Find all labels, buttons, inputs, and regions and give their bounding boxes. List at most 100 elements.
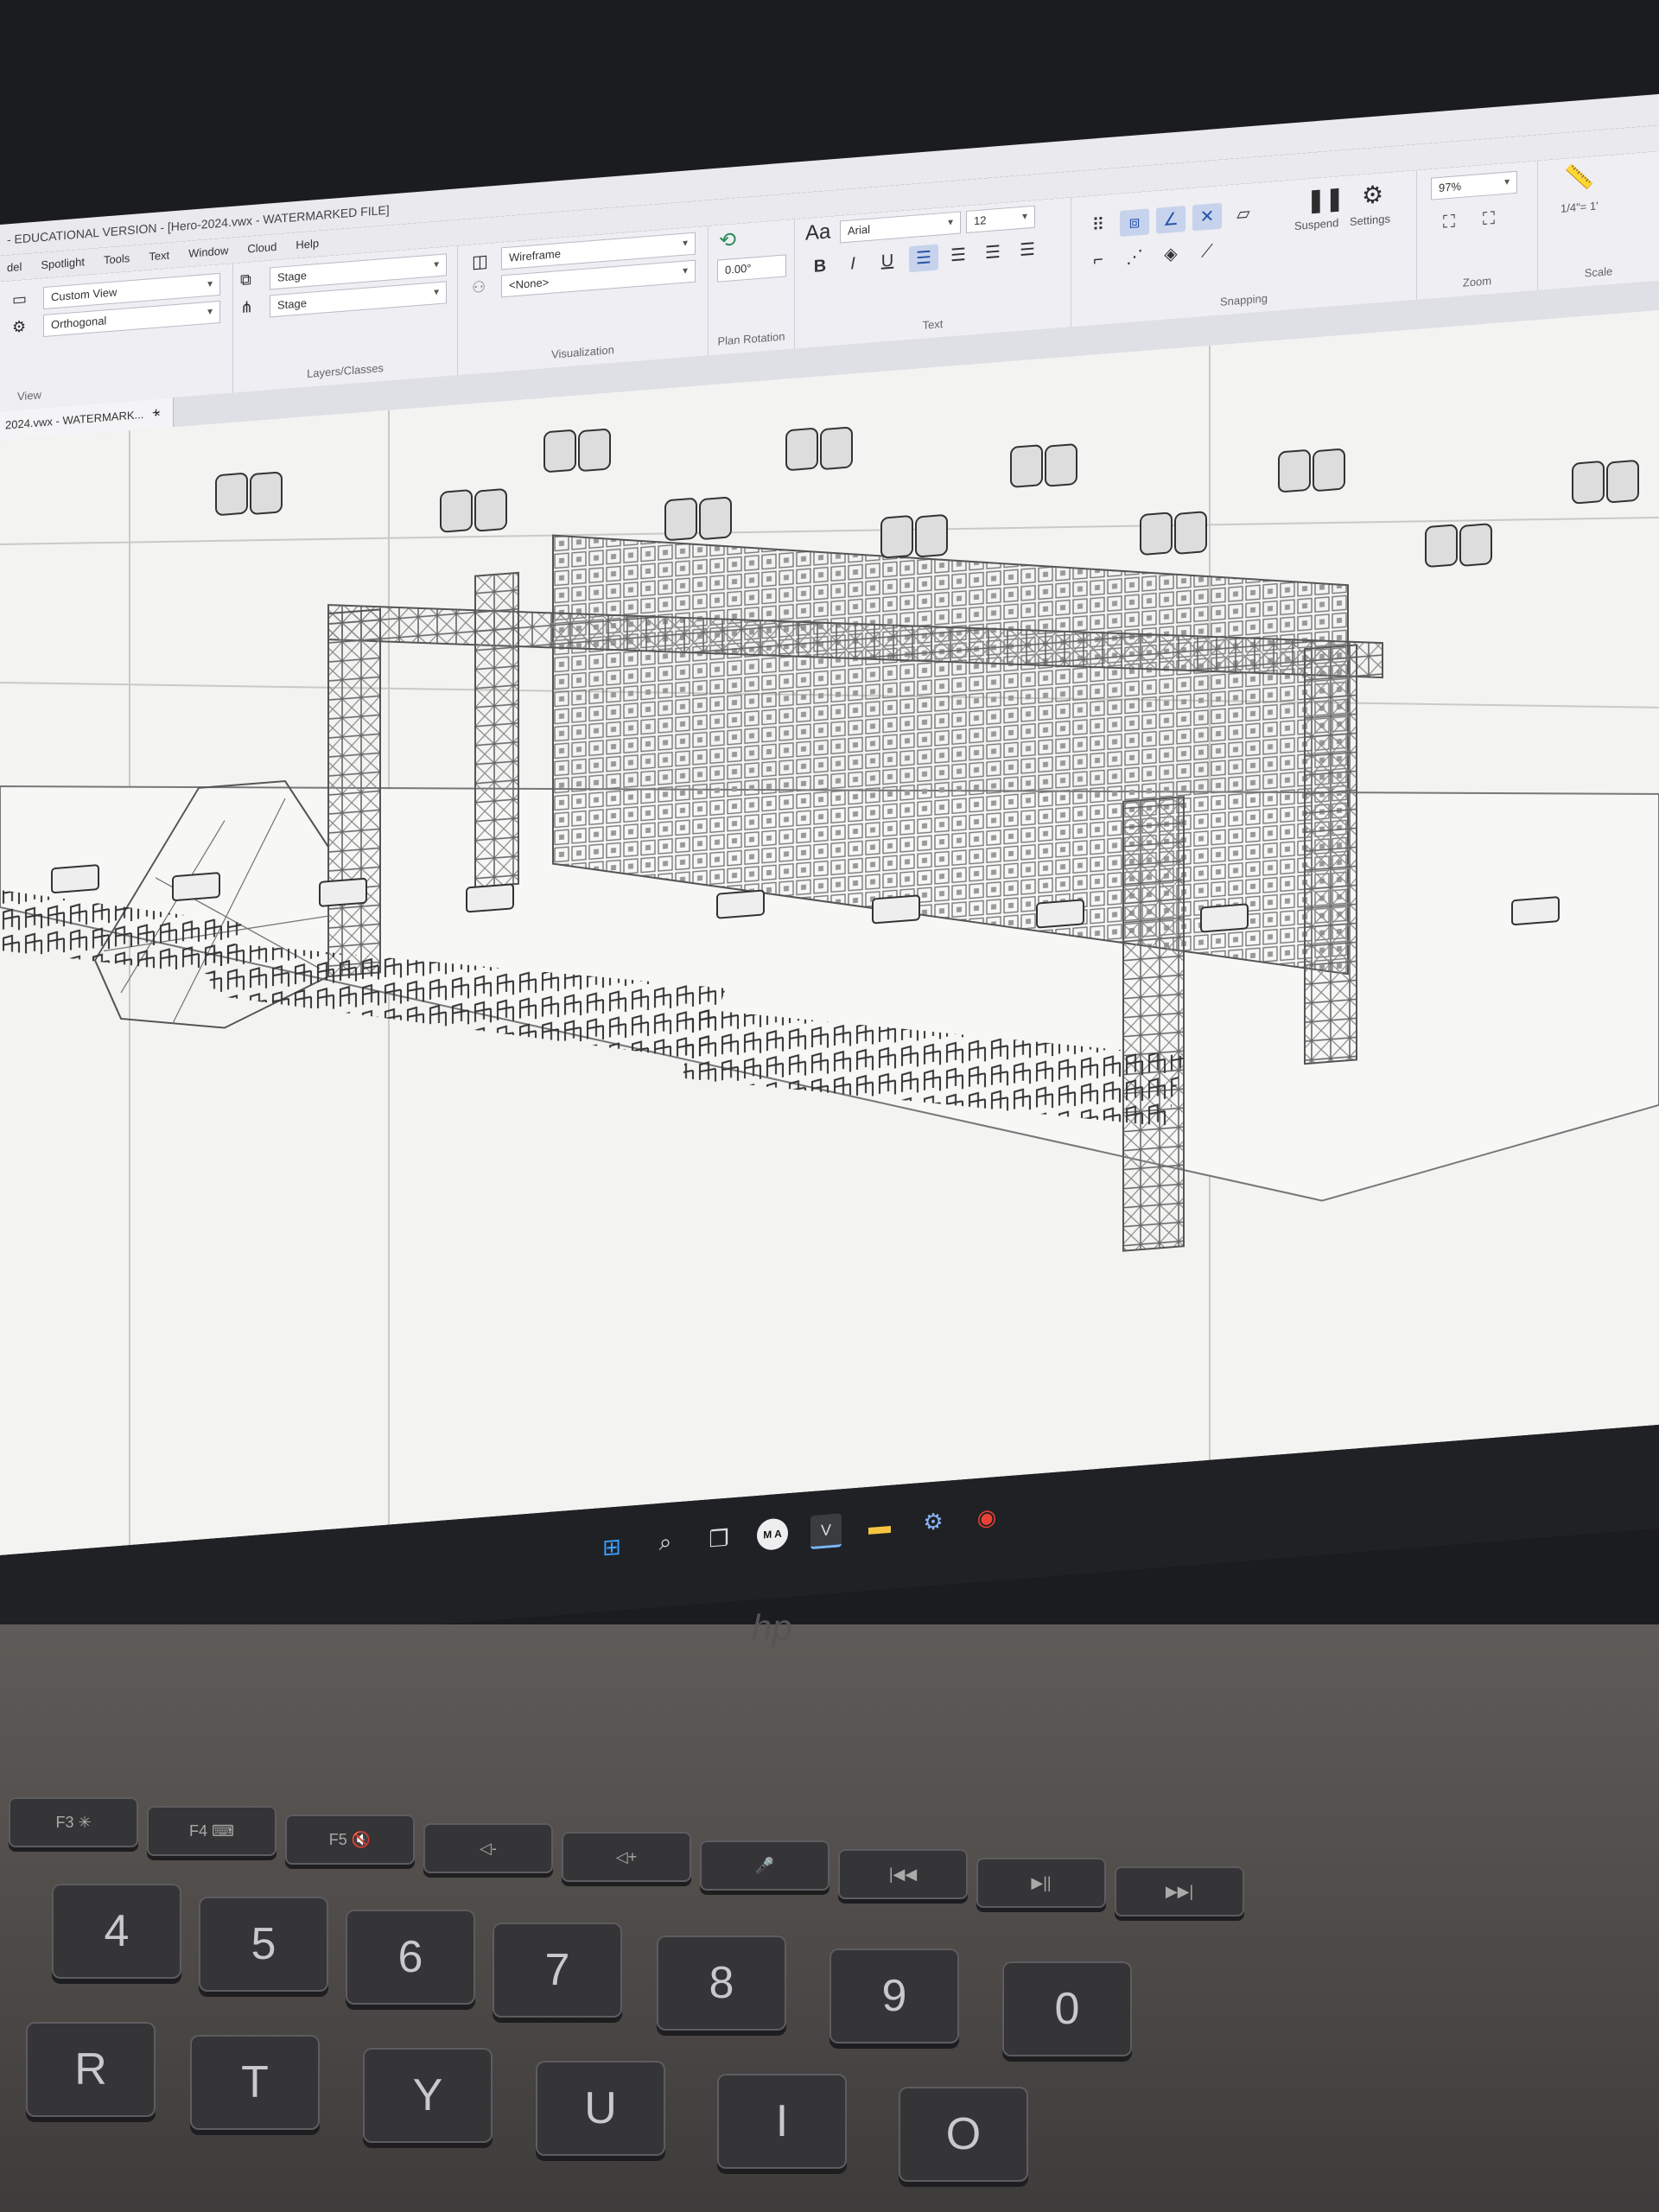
chevron-down-icon: ▼ [432, 287, 441, 298]
key-u[interactable]: U [536, 2061, 665, 2156]
snap-edge-icon[interactable]: ⟋ [1192, 238, 1222, 266]
ruler-icon[interactable]: 📏 [1564, 162, 1594, 193]
fn-key-4[interactable]: F4 ⌨ [147, 1806, 276, 1856]
ma-app-icon[interactable]: M A [757, 1517, 788, 1552]
laptop-bezel: - EDUCATIONAL VERSION - [Hero-2024.vwx -… [0, 0, 1659, 1659]
zoom-objects-icon[interactable]: ⛶ [1474, 205, 1503, 233]
snap-object-icon[interactable]: ⧈ [1120, 208, 1149, 238]
fn-key-7[interactable]: ◁+ [562, 1832, 691, 1882]
view-select-value: Custom View [51, 285, 118, 304]
align-center-icon[interactable]: ☰ [944, 241, 973, 270]
chevron-down-icon: ▼ [681, 266, 690, 276]
underline-button[interactable]: U [873, 247, 902, 276]
document-tab-label: 2024.vwx - WATERMARK... [5, 407, 144, 432]
truss-leg-left-front[interactable] [327, 608, 381, 978]
snap-angle-icon[interactable]: ∠ [1156, 206, 1185, 234]
task-view-icon[interactable]: ❐ [703, 1522, 734, 1555]
laptop-keyboard: hp F3 ✳ F4 ⌨ F5 🔇 ◁- ◁+ 🎤 |◀◀ ▶|| ▶▶| 4 … [0, 1607, 1659, 2212]
plan-rotation-field[interactable]: 0.00° [717, 254, 786, 283]
zoom-value: 97% [1439, 179, 1462, 194]
add-tab-icon[interactable]: + [152, 398, 160, 429]
key-t[interactable]: T [190, 2035, 320, 2130]
plan-rotation-icon[interactable]: ⟲ [719, 227, 736, 254]
key-6[interactable]: 6 [346, 1910, 475, 2005]
menu-item-help[interactable]: Help [296, 231, 319, 258]
fn-key-11[interactable]: ▶▶| [1115, 1866, 1244, 1916]
menu-item-window[interactable]: Window [188, 238, 228, 267]
key-9[interactable]: 9 [830, 1948, 959, 2044]
render-mode-icon[interactable]: ◫ [472, 251, 488, 273]
menu-item-spotlight[interactable]: Spotlight [41, 249, 85, 278]
settings-icon[interactable]: ⚙ [918, 1505, 949, 1539]
fn-key-10[interactable]: ▶|| [976, 1858, 1106, 1908]
file-explorer-icon[interactable]: ▬ [864, 1509, 895, 1542]
zoom-select[interactable]: 97% ▼ [1431, 170, 1517, 200]
pause-icon[interactable]: ❚❚ [1306, 185, 1344, 214]
snap-intersection-icon[interactable]: ✕ [1192, 202, 1222, 232]
key-4[interactable]: 4 [52, 1884, 181, 1979]
bold-button[interactable]: B [805, 252, 835, 281]
scale-label: Scale [1584, 264, 1613, 280]
align-justify-icon[interactable]: ☰ [1013, 236, 1042, 264]
key-o[interactable]: O [899, 2087, 1028, 2182]
class-select-value: Stage [277, 296, 307, 312]
truss-leg-right-front[interactable] [1122, 796, 1185, 1252]
text-group: Aa Arial ▼ 12 ▼ B I U ☰ ☰ ☰ ☰ Text [795, 197, 1071, 349]
search-icon[interactable]: ⌕ [650, 1526, 681, 1560]
key-i[interactable]: I [717, 2074, 847, 2169]
font-size-select[interactable]: 12 ▼ [966, 205, 1035, 234]
plan-rotation-group: ⟲ 0.00° Plan Rotation [709, 219, 795, 356]
render-mode-value: Wireframe [509, 246, 561, 264]
font-select[interactable]: Arial ▼ [840, 211, 961, 244]
snap-tangent-icon[interactable]: ⋰ [1120, 243, 1149, 271]
scale-group: 📏 1/4"= 1' Scale [1538, 151, 1659, 290]
menu-item-cloud[interactable]: Cloud [247, 234, 276, 263]
key-0[interactable]: 0 [1002, 1961, 1132, 2056]
key-7[interactable]: 7 [493, 1923, 622, 2018]
projection-icon[interactable]: ⚙ [12, 318, 26, 337]
fn-key-9[interactable]: |◀◀ [838, 1849, 968, 1899]
fn-key-6[interactable]: ◁- [423, 1823, 553, 1873]
menu-item-text[interactable]: Text [149, 243, 169, 270]
truss-leg-right-back[interactable] [1304, 644, 1357, 1065]
menu-item-tools[interactable]: Tools [104, 245, 130, 273]
italic-button[interactable]: I [838, 250, 868, 278]
align-left-icon[interactable]: ☰ [909, 244, 938, 273]
zoom-label: Zoom [1462, 274, 1492, 289]
visualization-group: ◫ Wireframe ▼ ⚇ <None> ▼ Visualization [458, 226, 709, 376]
windows-start-icon[interactable]: ⊞ [596, 1530, 627, 1564]
key-5[interactable]: 5 [199, 1897, 328, 1992]
snap-surface-icon[interactable]: ▱ [1229, 200, 1258, 228]
scale-value[interactable]: 1/4"= 1' [1560, 199, 1599, 214]
chevron-down-icon: ▼ [432, 259, 441, 270]
snap-grid-icon[interactable]: ⠿ [1084, 212, 1113, 240]
fn-key-5[interactable]: F5 🔇 [285, 1815, 415, 1865]
fn-key-3[interactable]: F3 ✳ [9, 1797, 138, 1847]
font-size-value: 12 [974, 213, 987, 228]
view-icon[interactable]: ▭ [12, 290, 27, 309]
key-8[interactable]: 8 [657, 1936, 786, 2031]
suspend-label[interactable]: Suspend [1294, 216, 1338, 232]
menu-item-model[interactable]: del [7, 254, 22, 281]
zoom-fit-icon[interactable]: ⛶ [1434, 208, 1464, 237]
snap-working-plane-icon[interactable]: ◈ [1156, 240, 1185, 269]
key-y[interactable]: Y [363, 2048, 493, 2143]
settings-label[interactable]: Settings [1350, 212, 1390, 228]
layers-icon[interactable]: ⧉ [240, 270, 251, 289]
chevron-down-icon: ▼ [1020, 212, 1029, 223]
vectorworks-icon[interactable]: V [810, 1513, 842, 1550]
layers-classes-group: ⧉ Stage ▼ ⋔ Stage ▼ Layers/Classes [233, 245, 458, 393]
visualization-palette-icon[interactable]: ⚇ [472, 278, 486, 297]
classes-icon[interactable]: ⋔ [240, 298, 253, 317]
projection-select-value: Orthogonal [51, 314, 107, 332]
chevron-down-icon: ▼ [946, 218, 955, 228]
key-r[interactable]: R [26, 2022, 156, 2117]
snap-distance-icon[interactable]: ⌐ [1084, 246, 1113, 275]
gear-icon[interactable]: ⚙ [1362, 180, 1383, 210]
font-icon[interactable]: Aa [805, 219, 830, 245]
truss-leg-left-back[interactable] [474, 571, 519, 888]
align-right-icon[interactable]: ☰ [978, 238, 1007, 267]
fn-key-8[interactable]: 🎤 [700, 1840, 830, 1891]
drawing-canvas[interactable] [0, 309, 1659, 1556]
chrome-icon[interactable]: ◉ [971, 1501, 1002, 1535]
